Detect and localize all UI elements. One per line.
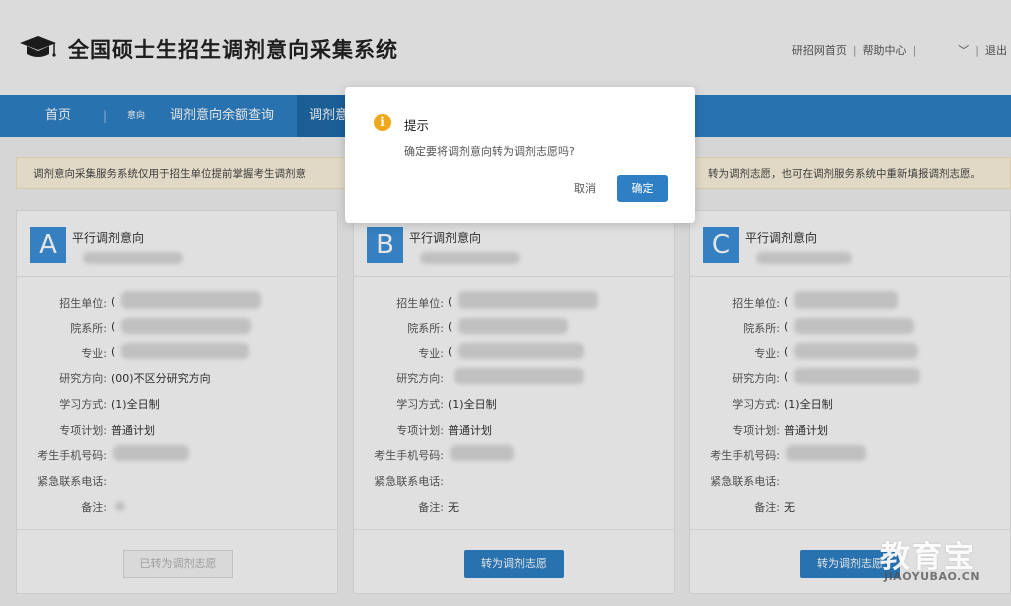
confirm-button[interactable]: 确定 [617, 175, 668, 202]
cancel-button[interactable]: 取消 [559, 176, 611, 202]
info-icon: i [374, 114, 391, 131]
confirm-dialog: i 提示 确定要将调剂意向转为调剂志愿吗? 取消 确定 [345, 87, 695, 223]
watermark-domain: JIAOYUBAO.CN [884, 570, 981, 583]
watermark: 教育宝 JIAOYUBAO.CN [880, 532, 1000, 592]
dialog-message: 确定要将调剂意向转为调剂志愿吗? [404, 145, 575, 158]
dialog-title: 提示 [404, 118, 430, 133]
